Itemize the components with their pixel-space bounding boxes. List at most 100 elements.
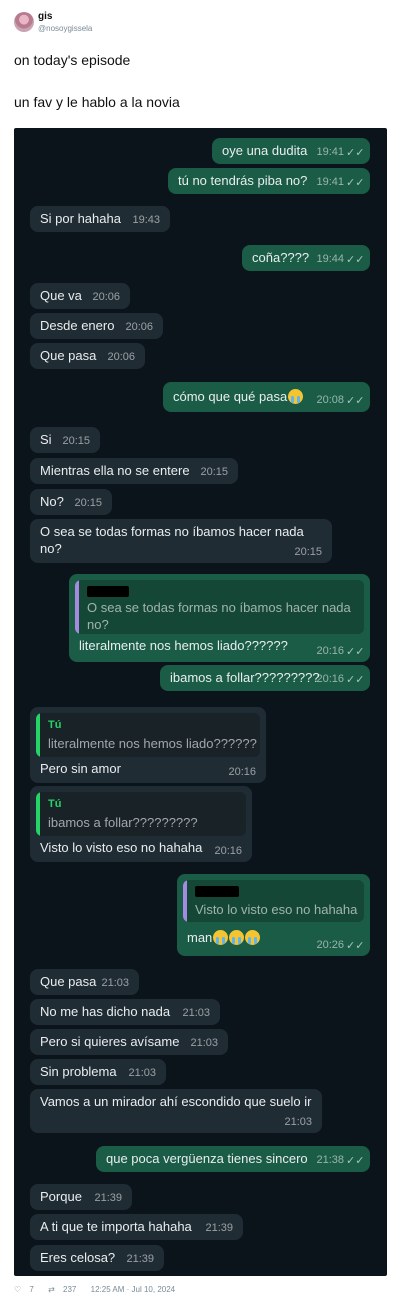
quoted-text: ibamos a follar?????????	[48, 815, 198, 830]
avatar[interactable]	[14, 12, 34, 32]
message-text-line-2: no?	[40, 541, 62, 556]
double-check-icon: ✓✓	[346, 646, 365, 658]
message-time: 21:03	[128, 1067, 156, 1079]
message-bubble: cómo que qué pasa 20:08 ✓✓	[163, 382, 370, 412]
message-bubble: Si 20:15	[30, 427, 100, 453]
tweet-footer: ♡ 7 ⇄ 237 12:25 AM · Jul 10, 2024	[14, 1285, 181, 1294]
chat-screenshot: oye una dudita 19:41 ✓✓ tú no tendrás pi…	[14, 128, 387, 1276]
redacted-name	[87, 586, 129, 597]
message-text: No me has dicho nada	[40, 1004, 171, 1019]
quoted-author: Tú	[48, 798, 62, 810]
heart-icon: ♡	[14, 1285, 22, 1294]
message-text: que poca vergüenza tienes sincero	[106, 1151, 308, 1166]
double-check-icon: ✓✓	[346, 147, 365, 159]
retweet-icon: ⇄	[48, 1285, 55, 1294]
message-bubble: Que va 20:06	[30, 283, 130, 309]
message-bubble: O sea se todas formas no íbamos hacer na…	[30, 519, 332, 563]
message-time: 21:39	[126, 1253, 154, 1265]
message-time: 19:41	[316, 146, 344, 158]
double-check-icon: ✓✓	[346, 254, 365, 266]
message-time: 21:38	[316, 1154, 344, 1166]
quoted-message[interactable]: Tú ibamos a follar?????????	[36, 792, 246, 836]
like-button[interactable]: ♡ 7	[14, 1285, 40, 1294]
message-text: Pero si quieres avísame	[40, 1034, 180, 1049]
retweet-button[interactable]: ⇄ 237	[48, 1285, 82, 1294]
quote-bar	[183, 880, 187, 922]
message-bubble: Vamos a un mirador ahí escondido que sue…	[30, 1089, 322, 1133]
loudly-crying-face-icon	[288, 389, 304, 404]
message-time: 19:44	[316, 253, 344, 265]
message-bubble: Tú ibamos a follar????????? Visto lo vis…	[30, 786, 252, 862]
user-name[interactable]: gis	[38, 11, 52, 22]
message-text: coña????	[252, 250, 310, 265]
message-text: Vamos a un mirador ahí escondido que sue…	[40, 1094, 312, 1109]
user-handle[interactable]: @nosoygissela	[38, 24, 92, 33]
message-text-wrap: cómo que qué pasa	[173, 388, 304, 406]
message-text: tú no tendrás piba no?	[178, 173, 308, 188]
message-time: 20:15	[62, 435, 90, 447]
message-text: O sea se todas formas no íbamos hacer na…	[40, 524, 304, 539]
message-bubble: Desde enero 20:06	[30, 313, 163, 339]
tweet-text-line-1: on today's episode	[14, 52, 131, 68]
message-time: 20:15	[200, 466, 228, 478]
message-time: 20:06	[107, 351, 135, 363]
message-bubble: Tú literalmente nos hemos liado?????? Pe…	[30, 707, 266, 783]
loudly-crying-face-icon	[229, 930, 245, 945]
quoted-message[interactable]: O sea se todas formas no íbamos hacer na…	[75, 580, 364, 634]
message-bubble: Mientras ella no se entere 20:15	[30, 458, 238, 484]
message-text: Pero sin amor	[40, 761, 121, 776]
message-bubble: tú no tendrás piba no? 19:41 ✓✓	[168, 168, 370, 194]
message-text: Si	[40, 432, 52, 447]
tweet-text-line-2: un fav y le hablo a la novia	[14, 94, 180, 110]
message-text: cómo que qué pasa	[173, 389, 288, 404]
message-text: Eres celosa?	[40, 1250, 116, 1265]
message-text: Sin problema	[40, 1064, 117, 1079]
message-time: 20:15	[74, 497, 102, 509]
quoted-message[interactable]: Visto lo visto eso no hahaha	[183, 880, 364, 922]
quote-bar	[36, 713, 40, 757]
quoted-message[interactable]: Tú literalmente nos hemos liado??????	[36, 713, 260, 757]
message-bubble: ibamos a follar????????? 20:16 ✓✓	[160, 665, 370, 691]
loudly-crying-face-icon	[245, 930, 261, 945]
redacted-name	[195, 886, 239, 897]
message-bubble: Visto lo visto eso no hahaha man 20:26 ✓…	[177, 874, 370, 956]
quote-bar	[75, 580, 79, 634]
message-time: 20:06	[92, 291, 120, 303]
message-bubble: coña???? 19:44 ✓✓	[242, 245, 370, 271]
quoted-author: Tú	[48, 719, 62, 731]
message-time: 20:16	[214, 845, 242, 857]
double-check-icon: ✓✓	[346, 1155, 365, 1167]
message-text: Si por hahaha	[40, 211, 121, 226]
message-text: Desde enero	[40, 318, 115, 333]
message-bubble: No me has dicho nada 21:03	[30, 999, 220, 1025]
double-check-icon: ✓✓	[346, 177, 365, 189]
message-time: 21:03	[101, 977, 129, 989]
message-text: ibamos a follar?????????	[170, 670, 320, 685]
double-check-icon: ✓✓	[346, 940, 365, 952]
message-text: No?	[40, 494, 64, 509]
message-bubble: que poca vergüenza tienes sincero 21:38 …	[96, 1146, 370, 1172]
message-text-wrap: man	[187, 929, 261, 947]
message-time: 21:03	[182, 1007, 210, 1019]
like-count: 7	[29, 1285, 34, 1294]
tweet-datetime[interactable]: 12:25 AM · Jul 10, 2024	[91, 1285, 176, 1294]
message-bubble: Si por hahaha 19:43	[30, 206, 170, 232]
double-check-icon: ✓✓	[346, 674, 365, 686]
message-text: Visto lo visto eso no hahaha	[40, 840, 203, 855]
message-bubble: A ti que te importa hahaha 21:39	[30, 1214, 243, 1240]
quoted-text-line-2: no?	[87, 617, 109, 632]
message-time: 21:03	[284, 1116, 312, 1128]
message-time: 20:06	[125, 321, 153, 333]
message-bubble: Sin problema 21:03	[30, 1059, 166, 1085]
quote-bar	[36, 792, 40, 836]
message-text: literalmente nos hemos liado??????	[79, 638, 288, 653]
message-time: 19:43	[132, 214, 160, 226]
quoted-text: O sea se todas formas no íbamos hacer na…	[87, 600, 351, 615]
quoted-text: Visto lo visto eso no hahaha	[195, 902, 358, 917]
loudly-crying-face-icon	[213, 930, 229, 945]
message-bubble: O sea se todas formas no íbamos hacer na…	[69, 574, 370, 662]
message-bubble: Pero si quieres avísame 21:03	[30, 1029, 228, 1055]
message-time: 20:16	[316, 645, 344, 657]
message-text: man	[187, 930, 213, 945]
message-text: Porque	[40, 1189, 82, 1204]
